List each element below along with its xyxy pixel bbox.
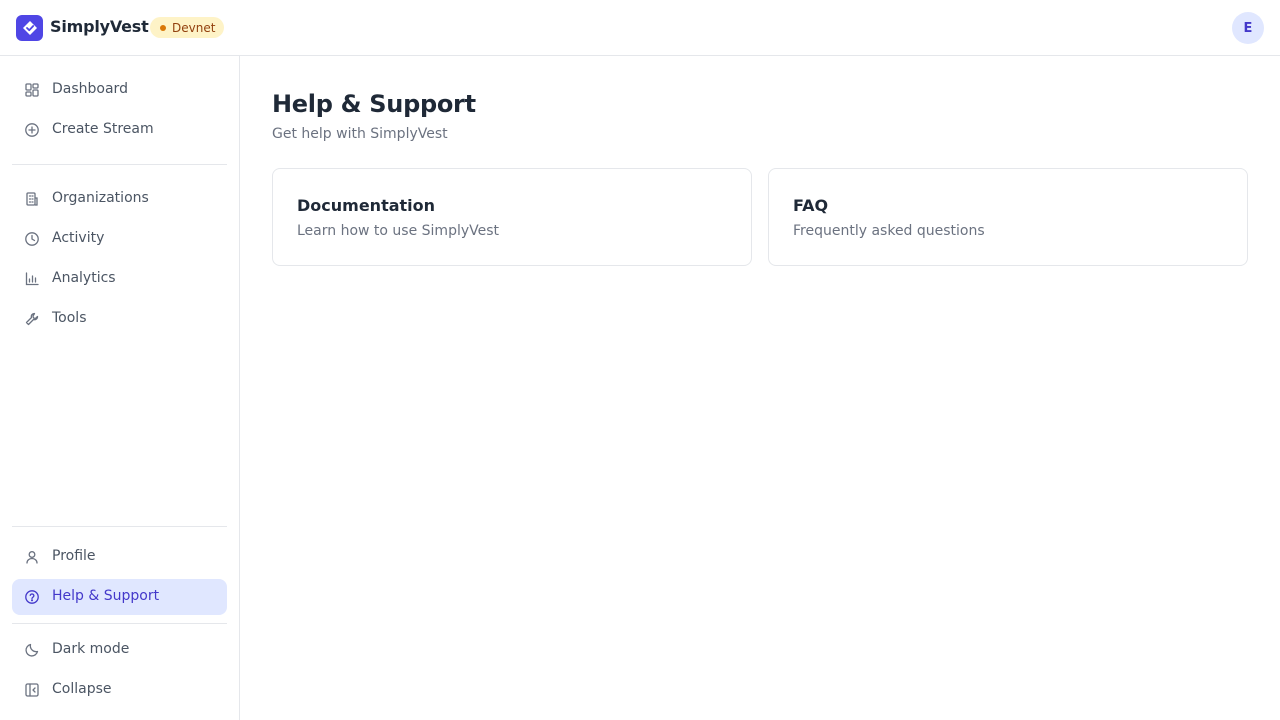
sidebar-item-label: Activity [52,230,105,246]
dark-mode-toggle[interactable]: Dark mode [12,632,227,668]
card-description: Frequently asked questions [793,223,985,239]
sidebar-item-label: Organizations [52,190,149,206]
faq-card[interactable]: FAQ Frequently asked questions [768,168,1248,266]
simplyvest-logo-icon[interactable] [16,15,43,41]
dashboard-icon [24,82,40,98]
sidebar-item-profile[interactable]: Profile [12,539,227,575]
sidebar-item-label: Collapse [52,681,112,697]
sidebar-item-organizations[interactable]: Organizations [12,181,227,217]
bar-chart-icon [24,271,40,287]
sidebar-item-analytics[interactable]: Analytics [12,261,227,297]
sidebar-item-label: Create Stream [52,121,154,137]
brand-name[interactable]: SimplyVest [50,17,149,36]
building-icon [24,191,40,207]
sidebar-item-label: Dashboard [52,81,128,97]
sidebar-divider [12,526,227,527]
card-title: FAQ [793,196,829,215]
sidebar-item-label: Dark mode [52,641,130,657]
moon-icon [24,642,40,658]
sidebar-divider [12,164,227,165]
page-subtitle: Get help with SimplyVest [272,126,448,142]
wrench-icon [24,311,40,327]
sidebar-divider [12,623,227,624]
sidebar-item-tools[interactable]: Tools [12,301,227,337]
plus-circle-icon [24,122,40,138]
status-dot-icon [160,24,166,31]
sidebar-item-label: Help & Support [52,588,160,604]
collapse-sidebar-button[interactable]: Collapse [12,672,227,708]
network-badge: Devnet [150,17,225,38]
collapse-icon [24,682,40,698]
top-bar: SimplyVest Devnet E [0,0,1280,56]
page-title: Help & Support [272,90,476,118]
main-content: Help & Support Get help with SimplyVest … [240,56,1280,720]
sidebar: Dashboard Create Stream Organizations Ac… [0,56,240,720]
sidebar-item-help-support[interactable]: Help & Support [12,579,227,615]
network-badge-label: Devnet [172,20,216,35]
sidebar-item-label: Profile [52,548,96,564]
card-description: Learn how to use SimplyVest [297,223,500,239]
documentation-card[interactable]: Documentation Learn how to use SimplyVes… [272,168,752,266]
help-circle-icon [24,589,40,605]
clock-icon [24,231,40,247]
sidebar-item-dashboard[interactable]: Dashboard [12,72,227,108]
sidebar-item-activity[interactable]: Activity [12,221,227,257]
sidebar-item-label: Tools [52,310,87,326]
sidebar-item-create-stream[interactable]: Create Stream [12,112,227,148]
user-icon [24,549,40,565]
sidebar-item-label: Analytics [52,270,116,286]
card-title: Documentation [297,196,436,215]
user-avatar[interactable]: E [1232,12,1264,44]
